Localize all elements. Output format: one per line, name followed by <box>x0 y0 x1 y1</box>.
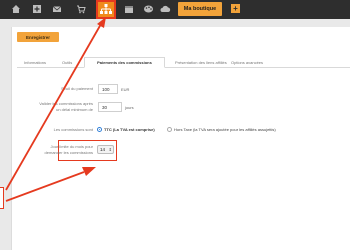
left-edge-marker <box>0 187 4 209</box>
day-limit-label-line2: demander les commissions <box>44 150 93 155</box>
home-icon[interactable] <box>10 3 21 14</box>
delay-input[interactable]: 30 <box>98 102 122 112</box>
save-button[interactable]: Enregistrer <box>17 32 59 42</box>
top-toolbar: Ma boutique + <box>0 0 350 19</box>
commissions-label: Les commissions sont <box>53 127 93 132</box>
add-icon[interactable] <box>31 3 42 14</box>
palette-icon[interactable] <box>143 3 154 14</box>
cloud-icon[interactable] <box>160 3 171 14</box>
sitemap-tab-active[interactable] <box>96 0 116 19</box>
my-shop-button[interactable]: Ma boutique <box>178 2 222 16</box>
sitemap-icon <box>100 4 112 14</box>
delay-label-line2: un délai minimum de <box>56 107 93 112</box>
threshold-input[interactable]: 100 <box>98 84 118 94</box>
radio-ttc[interactable] <box>97 127 102 132</box>
add-button[interactable]: + <box>231 4 240 13</box>
tab-presentation-liens[interactable]: Présentation des liens affiliés <box>175 60 227 65</box>
tab-informations[interactable]: Informations <box>24 60 46 65</box>
threshold-unit: EUR <box>121 87 130 92</box>
select-arrows-icon: ⇕ <box>108 147 112 152</box>
tab-paiements-commissions[interactable]: Paiements des commissions <box>84 57 165 68</box>
tabs-divider <box>17 67 350 68</box>
threshold-label: Seuil du paiement <box>60 86 93 91</box>
mail-icon[interactable] <box>51 3 62 14</box>
radio-ht[interactable] <box>167 127 172 132</box>
radio-ht-label: Hors Taxe (la TVA sera ajoutée pour les … <box>174 127 276 132</box>
day-limit-select[interactable]: 14 ⇕ <box>97 145 114 154</box>
calendar-icon[interactable] <box>123 3 134 14</box>
delay-unit: jours <box>125 105 134 110</box>
day-limit-value: 14 <box>100 147 106 152</box>
tab-options-avancees[interactable]: Options avancées <box>231 60 263 65</box>
radio-ttc-label: TTC (La TVA est comprise) <box>104 127 155 132</box>
delay-label-line1: Valider les commissions après <box>39 101 93 106</box>
cart-icon[interactable] <box>75 3 86 14</box>
tab-outils[interactable]: Outils <box>62 60 72 65</box>
day-limit-label-line1: Jour limite du mois pour <box>50 144 93 149</box>
